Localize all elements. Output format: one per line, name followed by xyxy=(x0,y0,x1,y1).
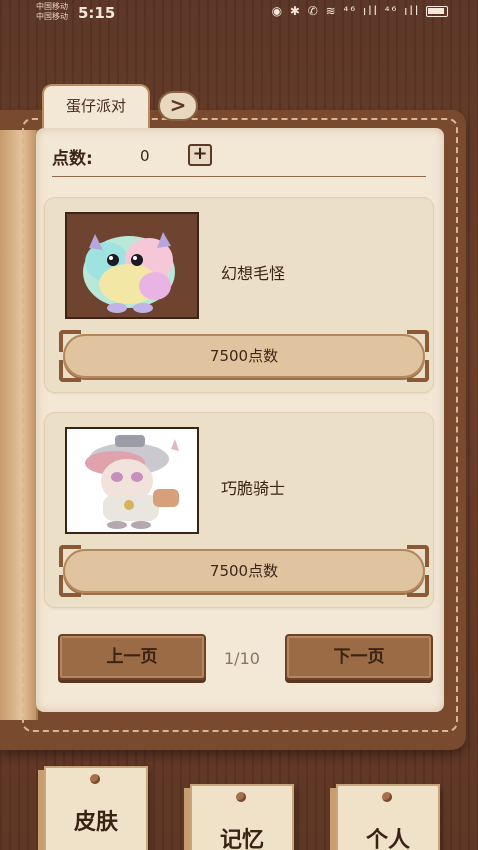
system-icons: ◉ ✱ ✆ ≋ ⁴⁶ ıll ⁴⁶ ıll xyxy=(272,4,448,18)
buy-button[interactable]: 7500点数 xyxy=(59,330,429,382)
signal-icons: ◉ ✱ ✆ ≋ ⁴⁶ ıll ⁴⁶ ıll xyxy=(271,4,421,18)
status-bar: 中国移动 中国移动 5:15 ◉ ✱ ✆ ≋ ⁴⁶ ıll ⁴⁶ ıll xyxy=(0,0,478,26)
tab-egg-party[interactable]: 蛋仔派对 xyxy=(42,84,150,128)
divider xyxy=(52,176,426,177)
pin-icon xyxy=(236,792,246,802)
pin-icon xyxy=(382,792,392,802)
carrier-line-2: 中国移动 xyxy=(36,12,68,21)
nav-tab-memory[interactable]: 记忆 xyxy=(190,784,294,850)
nav-tab-skin-label: 皮肤 xyxy=(73,810,118,835)
carrier-line-1: 中国移动 xyxy=(36,2,68,11)
price-label: 7500点数 xyxy=(209,347,279,365)
item-thumbnail-fantasy-monster[interactable] xyxy=(65,212,199,319)
item-card: 巧脆骑士 7500点数 xyxy=(45,413,433,607)
price-label: 7500点数 xyxy=(209,562,279,580)
battery-icon xyxy=(426,6,448,17)
item-card: 幻想毛怪 7500点数 xyxy=(45,198,433,392)
item-thumbnail-crispy-knight[interactable] xyxy=(65,427,199,534)
fluffy-monster-icon xyxy=(67,214,197,317)
nav-tab-memory-label: 记忆 xyxy=(219,828,264,850)
nav-tab-profile[interactable]: 个人 xyxy=(336,784,440,850)
next-tab-button[interactable]: > xyxy=(158,91,198,121)
clock: 5:15 xyxy=(78,4,116,22)
next-page-button[interactable]: 下一页 xyxy=(285,634,433,680)
points-value: 0 xyxy=(140,147,150,165)
carrier-info: 中国移动 中国移动 xyxy=(36,2,68,22)
knight-character-icon xyxy=(67,429,197,532)
nav-tab-profile-label: 个人 xyxy=(365,828,410,850)
page-indicator: 1/10 xyxy=(224,649,260,668)
item-name: 巧脆骑士 xyxy=(221,479,286,498)
prev-page-button[interactable]: 上一页 xyxy=(58,634,206,680)
nav-tab-skin[interactable]: 皮肤 xyxy=(44,766,148,850)
add-points-button[interactable]: + xyxy=(188,144,212,166)
pin-icon xyxy=(90,774,100,784)
points-label: 点数: xyxy=(52,149,93,169)
buy-button[interactable]: 7500点数 xyxy=(59,545,429,597)
item-name: 幻想毛怪 xyxy=(221,264,286,283)
